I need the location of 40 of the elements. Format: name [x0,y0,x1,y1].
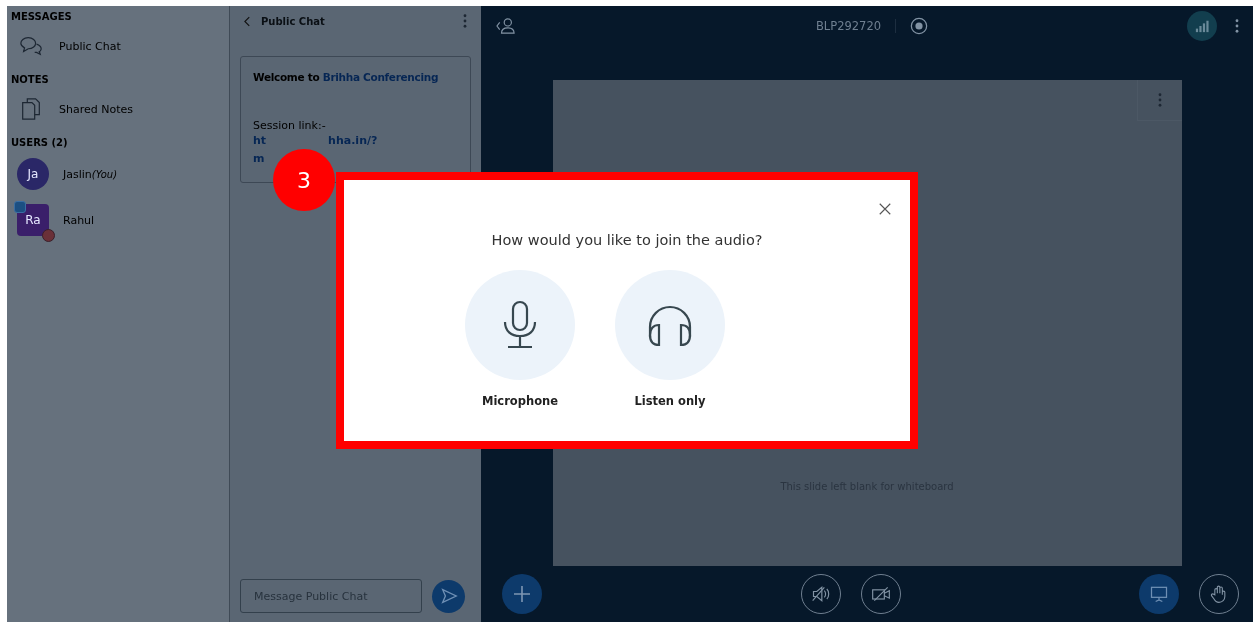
presentation-button[interactable] [1139,574,1179,614]
signal-bars-icon [1195,19,1209,33]
documents-icon [19,97,43,121]
presentation-screen-icon [1149,584,1169,604]
chat-bubbles-icon [19,34,43,58]
speaker-muted-icon [810,584,831,604]
plus-icon [512,584,532,604]
user-list-toggle-icon[interactable] [495,17,517,35]
camera-off-icon [870,584,891,604]
session-label: Session link:- [253,119,327,132]
meeting-id: BLP292720 [815,19,882,33]
session-link[interactable]: ht [253,134,267,152]
send-icon [439,587,458,605]
session-link[interactable]: m [253,152,265,170]
user-name[interactable]: Rahul [63,213,95,227]
welcome-message: Welcome to Brihha Conferencing [253,71,440,83]
record-icon[interactable] [910,17,929,35]
more-options-icon[interactable] [1235,19,1239,33]
user-name[interactable]: Jaslin(You) [63,167,118,181]
close-icon[interactable] [878,202,892,216]
section-heading: NOTES [11,74,50,85]
section-heading: USERS (2) [11,137,69,148]
user-avatar[interactable]: Ja [17,158,49,190]
option-label: Listen only [634,394,706,408]
sidebar-item[interactable]: Shared Notes [19,95,229,123]
more-options-icon[interactable] [463,14,467,28]
chevron-left-icon [244,15,251,27]
actions-button[interactable] [502,574,542,614]
back-link[interactable]: Public Chat [244,15,325,27]
dialog-title: How would you like to join the audio? [491,232,763,248]
brand-link[interactable]: Brihha Conferencing [322,71,439,83]
muted-badge-icon [42,229,55,242]
section-heading: MESSAGES [11,11,73,22]
option-label: Microphone [481,394,559,408]
send-button[interactable] [432,579,465,613]
session-link[interactable]: hha.in/? [328,134,378,152]
sidebar-item[interactable]: Public Chat [19,32,229,60]
more-options-icon [1157,93,1162,107]
connection-status-button[interactable] [1187,11,1217,41]
presenter-badge-icon [14,201,26,213]
